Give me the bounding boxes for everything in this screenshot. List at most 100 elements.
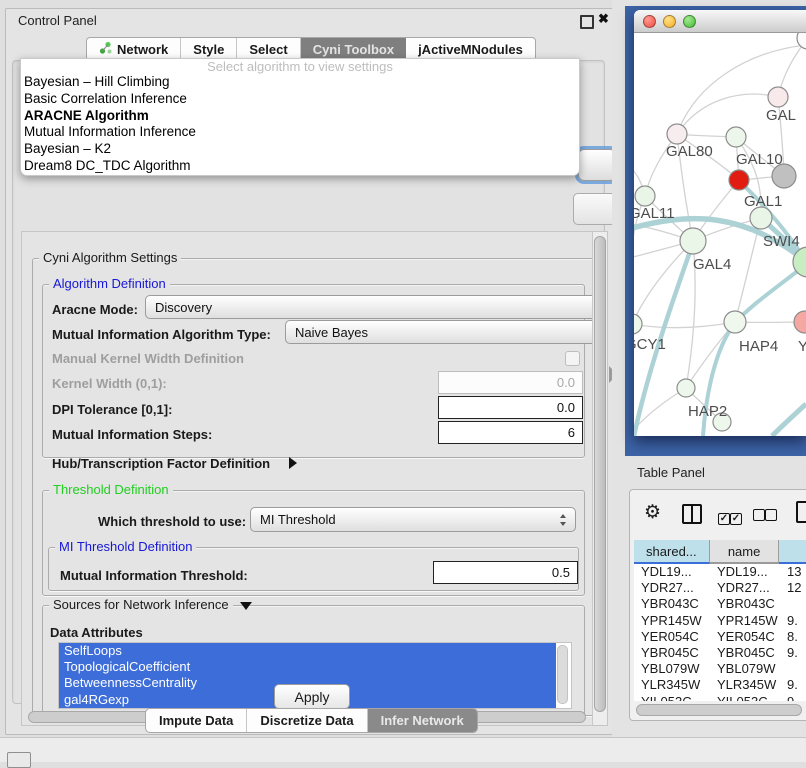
minimized-panel-button[interactable] [7, 752, 31, 768]
network-node-gal4[interactable] [680, 228, 706, 254]
mi-steps-field[interactable]: 6 [438, 421, 583, 444]
deselect-all-columns-icon[interactable] [753, 508, 777, 526]
close-panel-button[interactable]: ✖ [598, 11, 609, 27]
algorithm-option-dream8-dc-tdc-algorithm[interactable]: Dream8 DC_TDC Algorithm [21, 158, 579, 175]
aracne-mode-combobox[interactable]: Discovery [145, 295, 608, 319]
inference-algorithm-combobox-fragment[interactable] [578, 149, 616, 181]
node-label-gal1: GAL1 [744, 193, 782, 210]
which-threshold-combobox[interactable]: MI Threshold [250, 507, 576, 532]
table-panel-title: Table Panel [637, 465, 705, 480]
cell: 9 [780, 694, 806, 702]
network-icon [99, 41, 112, 57]
table-row[interactable]: YDL19...YDL19...13 [634, 564, 806, 580]
algorithm-option-mutual-information-inference[interactable]: Mutual Information Inference [21, 124, 579, 141]
network-view-frame: GALGAL80GAL10GAL1GAL11SWI4GAL4GCY1HAP4YH… [625, 6, 806, 456]
column-header-shared[interactable]: shared... [634, 540, 710, 564]
cell: YDL19... [634, 564, 710, 580]
cyni-algorithm-settings-title: Cyni Algorithm Settings [39, 251, 181, 265]
expand-right-icon[interactable] [289, 457, 297, 469]
network-canvas[interactable]: GALGAL80GAL10GAL1GAL11SWI4GAL4GCY1HAP4YH… [634, 33, 806, 436]
dpi-tolerance-field[interactable]: 0.0 [438, 396, 583, 419]
tab-select[interactable]: Select [237, 38, 300, 60]
node-label-gal10: GAL10 [736, 151, 783, 168]
select-all-columns-icon[interactable]: ✓✓ [718, 508, 742, 526]
table-row[interactable]: YPR145WYPR145W9. [634, 613, 806, 629]
attributes-list-scrollbar[interactable] [557, 645, 568, 704]
attribute-topologicalcoefficient[interactable]: TopologicalCoefficient [59, 659, 556, 675]
node-label-gal80: GAL80 [666, 143, 713, 160]
settings-vertical-scrollbar-thumb[interactable] [594, 236, 606, 712]
cell: YBR045C [710, 645, 780, 661]
app-root: { "control_panel": { "title": "Control P… [0, 0, 806, 762]
float-window-button[interactable] [580, 15, 594, 29]
algorithm-option-basic-correlation-inference[interactable]: Basic Correlation Inference [21, 91, 579, 108]
tab-network[interactable]: Network [87, 38, 181, 60]
network-window[interactable]: GALGAL80GAL10GAL1GAL11SWI4GAL4GCY1HAP4YH… [634, 10, 806, 436]
network-selector-combobox-fragment[interactable] [573, 193, 616, 225]
network-node-gal11[interactable] [635, 186, 655, 206]
tab-jactivemnodules[interactable]: jActiveMNodules [406, 38, 535, 60]
table-body: YDL19...YDL19...13YDR27...YDR27...12YBR0… [634, 564, 806, 701]
attribute-selfloops[interactable]: SelfLoops [59, 643, 556, 659]
collapse-down-icon[interactable] [240, 602, 252, 610]
network-node-swi4[interactable] [750, 207, 772, 229]
sources-title[interactable]: Sources for Network Inference [49, 598, 233, 612]
table-row[interactable]: YBR043CYBR043C [634, 596, 806, 612]
network-node-y[interactable] [794, 311, 806, 333]
control-panel: Control Panel ✖ Network Style Select Cyni T… [5, 8, 613, 735]
manual-kernel-checkbox[interactable] [565, 351, 580, 366]
node-label-gal: GAL [766, 107, 796, 124]
table-row[interactable]: YER054CYER054C8. [634, 629, 806, 645]
close-window-icon[interactable] [643, 15, 656, 28]
network-node-gal80[interactable] [667, 124, 687, 144]
tab-label: Cyni Toolbox [313, 42, 394, 57]
algorithm-option-bayesian-hill-climbing[interactable]: Bayesian – Hill Climbing [21, 74, 579, 91]
cell: YLR345W [634, 677, 710, 693]
gear-icon[interactable]: ⚙ [644, 503, 661, 522]
column-header-clipped[interactable] [779, 540, 806, 564]
hub-section-label[interactable]: Hub/Transcription Factor Definition [52, 456, 270, 471]
control-panel-title: Control Panel [18, 13, 97, 28]
cell: YBR045C [634, 645, 710, 661]
kernel-width-field[interactable]: 0.0 [438, 371, 583, 394]
aracne-mode-label: Aracne Mode: [52, 302, 138, 317]
network-node-gal10[interactable] [726, 127, 746, 147]
tab-style[interactable]: Style [181, 38, 237, 60]
network-window-titlebar[interactable] [634, 10, 806, 33]
tab-impute-data[interactable]: Impute Data [146, 709, 247, 732]
tab-infer-network[interactable]: Infer Network [368, 709, 477, 732]
tab-discretize-data[interactable]: Discretize Data [247, 709, 367, 732]
table-row[interactable]: YBL079WYBL079W [634, 661, 806, 677]
tab-cyni-toolbox[interactable]: Cyni Toolbox [301, 38, 406, 60]
split-columns-icon[interactable] [682, 504, 702, 524]
table-row[interactable]: YDR27...YDR27...12 [634, 580, 806, 596]
node-label-swi4: SWI4 [763, 233, 800, 250]
mi-threshold-field[interactable]: 0.5 [433, 561, 578, 584]
algorithm-dropdown-prompt: Select algorithm to view settings [21, 59, 579, 74]
algorithm-option-aracne-algorithm[interactable]: ARACNE Algorithm [21, 108, 579, 125]
cell: YER054C [710, 629, 780, 645]
cell: YDL19... [710, 564, 780, 580]
network-node-gcy1[interactable] [634, 314, 642, 334]
network-node-gal1[interactable] [729, 170, 749, 190]
network-node-gal[interactable] [768, 87, 788, 107]
apply-button[interactable]: Apply [274, 684, 350, 709]
mi-type-combobox[interactable]: Naive Bayes [285, 320, 608, 344]
function-builder-icon[interactable] [796, 501, 806, 523]
cell: YPR145W [634, 613, 710, 629]
column-header-name[interactable]: name [710, 540, 780, 564]
cell: YIL053C [634, 694, 710, 702]
table-row[interactable]: YLR345WYLR345W9. [634, 677, 806, 693]
tab-label: Style [193, 42, 224, 57]
tab-label: jActiveMNodules [418, 42, 523, 57]
table-row[interactable]: YBR045CYBR045C9. [634, 645, 806, 661]
algorithm-option-bayesian-k2[interactable]: Bayesian – K2 [21, 141, 579, 158]
table-horizontal-scrollbar-thumb[interactable] [636, 704, 802, 716]
table-row[interactable]: YIL053CYIL053C9 [634, 694, 806, 702]
zoom-window-icon[interactable] [683, 15, 696, 28]
network-node-hap4[interactable] [724, 311, 746, 333]
algorithm-dropdown-popup: Select algorithm to view settings Bayesi… [20, 58, 580, 176]
network-node-hap2[interactable] [677, 379, 695, 397]
minimize-window-icon[interactable] [663, 15, 676, 28]
cell: 9. [780, 645, 806, 661]
